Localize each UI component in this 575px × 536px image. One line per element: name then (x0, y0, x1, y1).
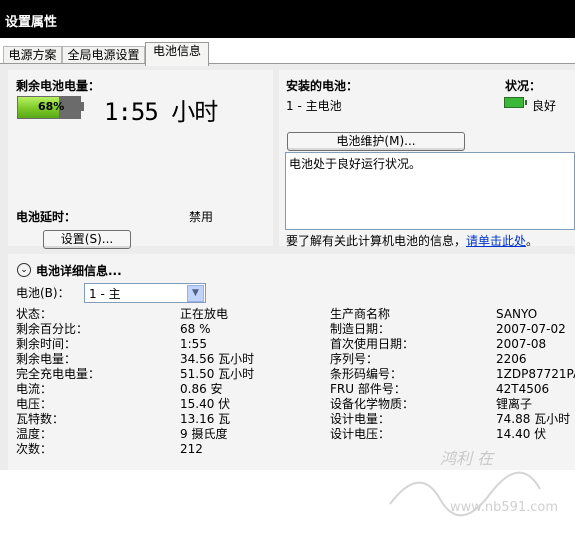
detail-key: 瓦特数： (16, 412, 65, 426)
detail-key: 设计电量： (330, 412, 391, 426)
detail-value: 2007-08 (496, 337, 547, 351)
collapse-details-icon[interactable]: ⌄ (17, 263, 31, 277)
detail-value: 51.50 瓦小时 (180, 367, 255, 381)
detail-key: 状态： (16, 307, 53, 321)
installed-battery-label: 安装的电池： (286, 79, 359, 93)
detail-key: 电压： (16, 397, 53, 411)
watermark-logo-script: 鸿利 在 (440, 449, 495, 468)
detail-value: 34.56 瓦小时 (180, 352, 255, 366)
detail-value: 14.40 伏 (496, 427, 547, 441)
detail-key: 制造日期： (330, 322, 391, 336)
watermark-text: www.nb591.com (450, 500, 559, 515)
battery-delay-label: 电池延时： (16, 210, 77, 224)
status-message-box: 电池处于良好运行状况。 (285, 152, 575, 230)
detail-value: SANYO (496, 307, 538, 321)
detail-key: 剩余百分比： (16, 322, 89, 336)
tab-strip: 电源方案 全局电源设置 电池信息 (0, 38, 575, 66)
info-end: 。 (526, 234, 539, 248)
detail-value: 13.16 瓦 (180, 412, 231, 426)
detail-value: 42T4506 (496, 382, 550, 396)
detail-key: 条形码编号： (330, 367, 403, 381)
battery-select-value: 1 - 主 (89, 287, 121, 301)
condition-value: 良好 (532, 99, 557, 113)
detail-value: 212 (180, 442, 203, 456)
detail-value: 0.86 安 (180, 382, 223, 396)
detail-value: 1:55 (180, 337, 207, 351)
status-message: 电池处于良好运行状况。 (289, 157, 422, 171)
battery-info-panel: 剩余电池电量： 68% 1:55 小时 电池延时： 禁用 设置(S)... 安装… (0, 63, 575, 517)
detail-value: 74.88 瓦小时 (496, 412, 571, 426)
battery-select[interactable]: 1 - 主 ▼ (84, 283, 206, 303)
detail-key: 剩余电量： (16, 352, 77, 366)
detail-key: 次数： (16, 442, 53, 456)
window-title: 设置属性 (5, 15, 58, 30)
battery-percent: 68% (38, 100, 65, 113)
watermark: 鸿利 在 www.nb591.com (380, 444, 575, 533)
detail-key: 完全充电电量： (16, 367, 101, 381)
detail-value: 锂离子 (496, 397, 533, 411)
detail-key: 生产商名称 (330, 307, 391, 321)
detail-key: 首次使用日期： (330, 337, 415, 351)
detail-value: 2007-07-02 (496, 322, 566, 336)
detail-value: 68 % (180, 322, 211, 336)
battery-maintenance-button[interactable]: 电池维护(M)... (287, 132, 465, 151)
battery-select-label: 电池(B)： (16, 286, 70, 300)
detail-key: FRU 部件号： (330, 382, 406, 396)
chevron-down-icon[interactable]: ▼ (187, 285, 204, 302)
battery-gauge-tip (80, 102, 84, 111)
settings-button[interactable]: 设置(S)... (43, 230, 131, 249)
remaining-battery-box: 剩余电池电量： 68% 1:55 小时 电池延时： 禁用 设置(S)... (8, 70, 273, 249)
detail-key: 温度： (16, 427, 53, 441)
remaining-battery-label: 剩余电池电量： (16, 79, 101, 93)
detail-key: 设计电压： (330, 427, 391, 441)
watermark-logo: 鸿利 在 (389, 449, 541, 517)
battery-delay-value: 禁用 (189, 210, 214, 224)
title-bar: 设置属性 (0, 0, 575, 38)
remaining-time: 1:55 小时 (104, 98, 218, 126)
battery-status-icon (504, 97, 527, 108)
detail-key: 剩余时间： (16, 337, 77, 351)
installed-battery-item: 1 - 主电池 (286, 99, 342, 113)
detail-key: 设备化学物质： (330, 397, 415, 411)
detail-value: 9 摄氏度 (180, 427, 228, 441)
battery-info-text: 要了解有关此计算机电池的信息，请单击此处。 (286, 232, 538, 249)
detail-value: 正在放电 (180, 307, 229, 321)
info-text: 要了解有关此计算机电池的信息， (286, 234, 467, 248)
detail-value: 2206 (496, 352, 527, 366)
detail-key: 电流： (16, 382, 53, 396)
tab-battery-info[interactable]: 电池信息 (145, 42, 209, 66)
condition-label: 状况： (505, 79, 542, 93)
detail-value: 15.40 伏 (180, 397, 231, 411)
detail-key: 序列号： (330, 352, 379, 366)
detail-value: 1ZDP87721PA (496, 367, 575, 381)
battery-gauge: 68% (17, 96, 81, 119)
battery-details-header[interactable]: 电池详细信息... (36, 262, 122, 279)
info-link[interactable]: 请单击此处 (466, 234, 526, 248)
